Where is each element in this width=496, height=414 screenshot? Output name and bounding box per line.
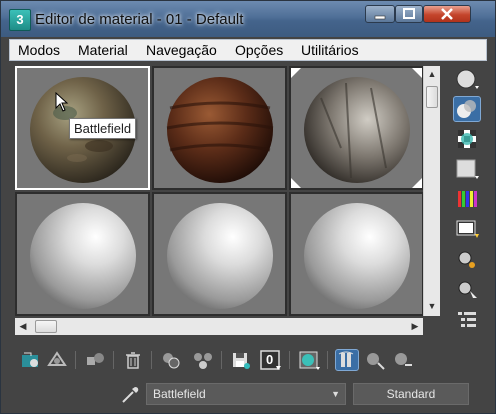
- horizontal-scroll-thumb[interactable]: [35, 320, 57, 333]
- chevron-down-icon: ▼: [331, 389, 340, 399]
- toolbar-separator: [221, 351, 222, 369]
- material-name-dropdown[interactable]: Battlefield ▼: [146, 383, 346, 405]
- maximize-button[interactable]: [395, 5, 423, 23]
- options-icon: [458, 251, 475, 268]
- close-icon: [441, 8, 453, 20]
- default-material-sphere: [304, 203, 410, 309]
- reset-map-button[interactable]: [121, 349, 145, 371]
- slot-corner-marker: [291, 68, 301, 78]
- material-name-value: Battlefield: [153, 387, 206, 401]
- sample-uv-tiling-button[interactable]: [453, 156, 481, 182]
- app-icon: 3: [9, 9, 31, 31]
- sample-slots-grid: Battlefield: [15, 66, 424, 316]
- sample-slot-6[interactable]: [289, 192, 424, 316]
- show-end-result-button[interactable]: [335, 349, 359, 371]
- material-sphere-stone: [291, 68, 422, 188]
- bottom-toolbar: 0: [15, 347, 485, 373]
- sample-type-button[interactable]: [453, 66, 481, 92]
- menu-bar: Modos Material Navegação Opções Utilitár…: [9, 39, 487, 61]
- material-id-channel-button[interactable]: 0: [259, 349, 283, 371]
- toolbar-separator: [75, 351, 76, 369]
- go-to-parent-icon: [367, 353, 385, 370]
- get-material-button[interactable]: [19, 349, 43, 371]
- go-forward-to-sibling-button[interactable]: [391, 349, 415, 371]
- default-material-sphere: [167, 203, 273, 309]
- toolbar-separator: [327, 351, 328, 369]
- sample-slot-4[interactable]: [15, 192, 150, 316]
- backlight-button[interactable]: [453, 96, 481, 122]
- menu-modos[interactable]: Modos: [18, 42, 60, 58]
- background-button[interactable]: [453, 126, 481, 152]
- eyedropper-button[interactable]: [119, 384, 141, 404]
- material-sphere-wood: [166, 77, 274, 183]
- go-forward-to-sibling-icon: [395, 353, 412, 366]
- sample-slot-3[interactable]: [289, 66, 424, 190]
- video-color-check-icon: [458, 191, 477, 207]
- eyedropper-icon: [122, 387, 139, 403]
- put-to-scene-button[interactable]: [45, 349, 69, 371]
- window-title: Editor de material - 01 - Default: [35, 11, 244, 28]
- select-by-material-icon: [458, 281, 477, 298]
- put-to-scene-icon: [47, 351, 67, 366]
- material-map-navigator-button[interactable]: [453, 306, 481, 332]
- make-copy-icon: [194, 353, 212, 369]
- minimize-button[interactable]: [365, 5, 395, 23]
- title-bar[interactable]: 3 Editor de material - 01 - Default: [1, 1, 495, 37]
- go-to-parent-button[interactable]: [363, 349, 387, 371]
- material-tooltip: Battlefield: [69, 118, 137, 139]
- checker-background-icon: [458, 130, 476, 148]
- material-id-value: 0: [266, 352, 274, 367]
- select-by-material-button[interactable]: [453, 276, 481, 302]
- backlight-icon: [457, 100, 476, 118]
- menu-navegacao[interactable]: Navegação: [146, 42, 217, 58]
- options-button[interactable]: [453, 246, 481, 272]
- menu-opcoes[interactable]: Opções: [235, 42, 283, 58]
- sample-slot-5[interactable]: [152, 192, 287, 316]
- menu-utilitarios[interactable]: Utilitários: [301, 42, 359, 58]
- close-button[interactable]: [423, 5, 471, 23]
- minimize-icon: [374, 15, 386, 20]
- material-type-button[interactable]: Standard: [353, 383, 469, 405]
- vertical-scroll-thumb[interactable]: [426, 86, 438, 108]
- make-unique-icon: [163, 353, 180, 369]
- make-unique-button[interactable]: [159, 349, 183, 371]
- assign-to-selection-icon: [87, 353, 104, 365]
- scroll-left-button[interactable]: ◀: [15, 318, 31, 335]
- material-map-navigator-icon: [458, 312, 476, 327]
- editor-content: Battlefield ▲ ▼ ◀ ▶ 0 Battlefield ▼ Stan…: [9, 61, 487, 407]
- toolbar-separator: [151, 351, 152, 369]
- sample-slot-2[interactable]: [152, 66, 287, 190]
- trash-icon: [126, 352, 140, 369]
- toolbar-separator: [113, 351, 114, 369]
- show-map-in-viewport-button[interactable]: [297, 349, 321, 371]
- maximize-icon: [403, 8, 415, 19]
- vertical-scrollbar[interactable]: ▲ ▼: [423, 66, 440, 316]
- scroll-up-button[interactable]: ▲: [424, 66, 440, 83]
- mouse-cursor-icon: [55, 92, 69, 112]
- scroll-down-button[interactable]: ▼: [424, 298, 440, 315]
- make-preview-button[interactable]: [453, 216, 481, 242]
- horizontal-scrollbar[interactable]: ◀ ▶: [15, 318, 423, 335]
- assign-to-selection-button[interactable]: [83, 349, 107, 371]
- material-editor-window: 3 Editor de material - 01 - Default Modo…: [0, 0, 496, 414]
- toolbar-separator: [289, 351, 290, 369]
- put-to-library-icon: [233, 353, 250, 369]
- scroll-right-button[interactable]: ▶: [407, 318, 423, 335]
- put-to-library-button[interactable]: [229, 349, 253, 371]
- show-map-in-viewport-icon: [299, 351, 320, 370]
- get-material-icon: [22, 352, 38, 367]
- show-end-result-icon: [338, 351, 354, 367]
- menu-material[interactable]: Material: [78, 42, 128, 58]
- default-material-sphere: [30, 203, 136, 309]
- make-copy-button[interactable]: [191, 349, 215, 371]
- sample-type-sphere-icon: [456, 69, 479, 89]
- make-preview-icon: [456, 220, 479, 238]
- video-color-check-button[interactable]: [453, 186, 481, 212]
- sample-uv-tiling-icon: [456, 159, 479, 179]
